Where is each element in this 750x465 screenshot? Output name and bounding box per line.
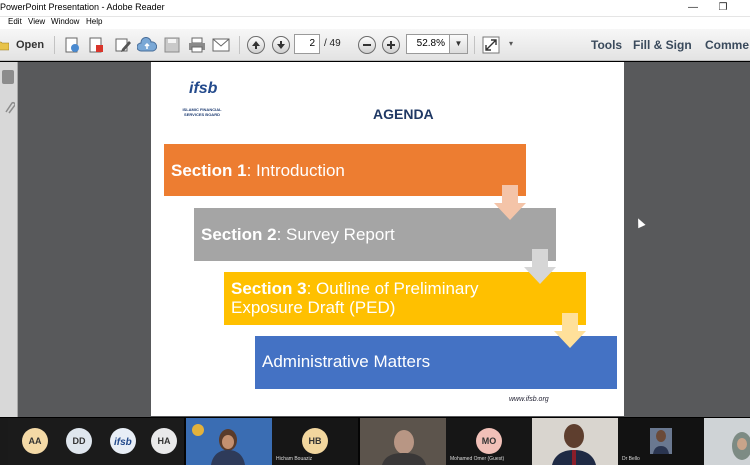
participant-video [360, 418, 446, 465]
participant-video-tile[interactable] [186, 418, 272, 465]
toolbar-more-icon[interactable]: ▾ [509, 39, 513, 48]
agenda-item-1-text: : Introduction [246, 161, 345, 180]
avatar: HA [151, 428, 177, 454]
menu-window[interactable]: Window [51, 17, 79, 26]
tab-comment[interactable]: Comme [705, 38, 749, 52]
minus-icon [358, 36, 376, 54]
participant-video-tile[interactable] [704, 418, 750, 465]
agenda-item-1: Section 1: Introduction [164, 144, 526, 196]
full-screen-button[interactable] [481, 35, 501, 55]
folder-icon [0, 41, 9, 51]
participant-video-tile[interactable]: Dr Bello [618, 418, 704, 465]
zoom-in-button[interactable] [381, 35, 401, 55]
zoom-dropdown-icon[interactable]: ▼ [450, 34, 468, 54]
page-number-input[interactable]: 2 [294, 34, 320, 54]
menu-help[interactable]: Help [86, 17, 102, 26]
participant-tile[interactable]: DD [66, 418, 110, 465]
participant-name: Mohamed Omer (Guest) [450, 456, 505, 462]
participant-name: Hicham Bouaziz [276, 456, 313, 462]
page-total: / 49 [324, 38, 341, 49]
participant-tile[interactable]: ifsb [110, 418, 140, 465]
restore-icon[interactable]: ❐ [716, 1, 730, 15]
toolbar-divider [239, 36, 240, 54]
participant-video [192, 424, 245, 465]
logo-subtitle: ISLAMIC FINANCIAL SERVICES BOARD [182, 107, 222, 117]
participant-tile[interactable]: AA [8, 418, 66, 465]
arrow-down-icon [272, 36, 290, 54]
participant-video-tile[interactable] [532, 418, 618, 465]
slide-url: www.ifsb.org [509, 396, 549, 403]
avatar: MO [476, 428, 502, 454]
avatar: DD [66, 428, 92, 454]
toolbar-divider [474, 36, 475, 54]
participant-tile[interactable]: MO Mohamed Omer (Guest) [446, 418, 532, 465]
participant-video-tile[interactable] [360, 418, 446, 465]
create-pdf-button[interactable] [62, 35, 82, 55]
window-title: PowerPoint Presentation - Adobe Reader [0, 2, 165, 12]
open-button[interactable]: Open [0, 35, 48, 55]
export-pdf-icon [89, 37, 103, 53]
agenda-item-3-text: : Outline of Preliminary [306, 279, 479, 298]
agenda-item-3-text-line2: Exposure Draft (PED) [231, 298, 396, 317]
agenda-item-3-bold: Section 3 [231, 279, 307, 298]
expand-icon [482, 36, 500, 54]
previous-page-button[interactable] [246, 35, 266, 55]
ifsb-logo-avatar-icon: ifsb [110, 428, 136, 454]
minimize-icon[interactable]: — [686, 1, 700, 15]
zoom-level-input[interactable]: 52.8% [406, 34, 450, 54]
upload-button[interactable] [137, 35, 157, 55]
avatar: AA [22, 428, 48, 454]
menu-edit[interactable]: Edit [8, 17, 22, 26]
arrow-up-icon [247, 36, 265, 54]
participant-name: Dr Bello [622, 456, 640, 462]
zoom-out-button[interactable] [357, 35, 377, 55]
participant-tile[interactable]: HA [140, 418, 184, 465]
connector-arrow-icon [524, 249, 556, 284]
svg-text:ifsb: ifsb [114, 437, 132, 448]
agenda-item-2-text: : Survey Report [276, 225, 395, 244]
agenda-item-2-bold: Section 2 [201, 225, 277, 244]
print-button[interactable] [187, 35, 207, 55]
slide-heading: AGENDA [373, 106, 434, 122]
tab-tools[interactable]: Tools [591, 38, 622, 52]
connector-arrow-icon [494, 185, 526, 220]
pencil-icon [115, 38, 131, 52]
participant-video [650, 428, 672, 454]
navigation-panel [0, 62, 18, 417]
floppy-icon [164, 37, 180, 53]
window-titlebar: PowerPoint Presentation - Adobe Reader —… [0, 0, 750, 17]
pages-panel-icon[interactable] [2, 70, 14, 84]
participant-tile[interactable]: HB Hicham Bouaziz [272, 418, 358, 465]
plus-icon [382, 36, 400, 54]
video-participants-strip: AA DD ifsb HA HB Hicham Bouaziz MO Moham… [0, 418, 750, 465]
menu-bar: Edit View Window Help [0, 17, 750, 29]
cloud-upload-icon [137, 37, 157, 52]
menu-view[interactable]: View [28, 17, 45, 26]
avatar: HB [302, 428, 328, 454]
save-button[interactable] [162, 35, 182, 55]
email-button[interactable] [211, 35, 231, 55]
next-page-button[interactable] [271, 35, 291, 55]
tab-fill-sign[interactable]: Fill & Sign [633, 38, 692, 52]
agenda-item-1-bold: Section 1 [171, 161, 247, 180]
participant-tile[interactable] [0, 418, 8, 465]
participant-video [732, 432, 750, 460]
ifsb-logo: ifsb [189, 80, 218, 97]
create-pdf-icon [65, 37, 79, 53]
toolbar-divider [54, 36, 55, 54]
printer-icon [189, 37, 205, 53]
export-pdf-button[interactable] [86, 35, 106, 55]
connector-arrow-icon [554, 313, 586, 348]
participant-video [552, 424, 596, 465]
attachment-icon[interactable] [3, 100, 15, 114]
edit-pdf-button[interactable] [113, 35, 133, 55]
agenda-item-4-text: Administrative Matters [262, 352, 431, 371]
open-label: Open [16, 39, 45, 51]
envelope-icon [212, 38, 230, 52]
